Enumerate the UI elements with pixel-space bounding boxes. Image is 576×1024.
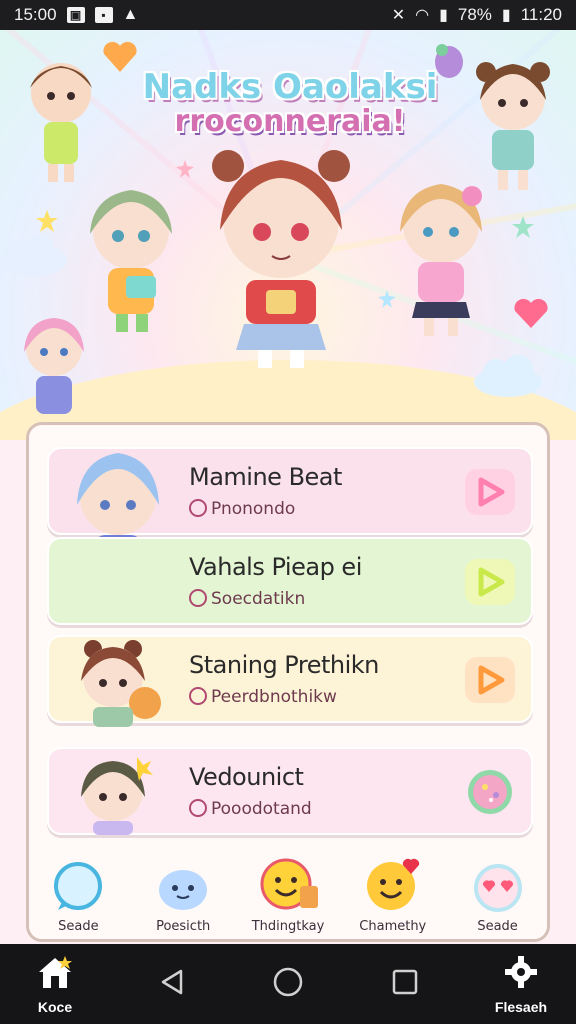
recents-icon — [392, 969, 417, 994]
cloud-icon — [3, 234, 67, 276]
status-time: 15:00 — [14, 5, 57, 24]
heart-icon — [514, 298, 548, 328]
battery-percent: 78% — [457, 5, 492, 24]
settings-button[interactable]: Flesaeh — [486, 954, 556, 1015]
balloon-icon — [435, 44, 463, 78]
hero-banner: Nadks Oaolaksi rroconneraia! — [0, 30, 576, 440]
cloud-icon — [474, 355, 542, 397]
slime-icon — [159, 870, 208, 910]
heart-eyes-icon — [473, 864, 522, 912]
chibi-character-main — [212, 150, 350, 368]
chibi-character-green — [30, 63, 92, 182]
game-card[interactable]: Mamine Beat Pnonondo — [47, 447, 533, 589]
game-title: Staning Prethikn — [189, 651, 379, 679]
home-button[interactable]: Koce — [20, 954, 90, 1015]
game-card[interactable]: Vedounict Pooodotand — [47, 747, 533, 835]
chibi-character-pink — [24, 318, 84, 414]
play-button[interactable] — [465, 559, 515, 605]
whatsapp-icon — [189, 687, 207, 705]
whatsapp-icon — [189, 589, 207, 607]
back-button[interactable] — [137, 967, 207, 1002]
chat-bubble-icon — [54, 862, 103, 910]
star-icon — [512, 216, 534, 238]
nav-item-thdingtkay[interactable]: Thdingtkay — [238, 854, 338, 934]
game-card[interactable]: Vahals Pieap ei Soecdatikn — [47, 537, 533, 625]
alert-icon: ▲ — [122, 6, 139, 23]
notification-icon: ▪ — [94, 7, 113, 23]
nav-item-seade[interactable]: Seade — [28, 862, 128, 934]
bottom-nav: Seade Poesicth Thdingtkay Chamethy Seade — [26, 858, 550, 942]
home-circle-button[interactable] — [253, 966, 323, 1003]
play-icon — [478, 665, 505, 695]
game-card[interactable]: Staning Prethikn Peerdbnothikw — [47, 635, 533, 727]
whatsapp-icon — [189, 799, 207, 817]
battery-icon: ▮ — [501, 7, 511, 24]
nav-item-poesicth[interactable]: Poesicth — [133, 862, 233, 934]
status-clock-right: 11:20 — [520, 5, 562, 24]
game-subtitle: Pnonondo — [189, 499, 295, 519]
back-icon — [161, 969, 182, 994]
game-subtitle: Pooodotand — [189, 799, 312, 819]
play-icon — [478, 477, 505, 507]
game-title: Vedounict — [189, 763, 304, 791]
heart-face-icon — [366, 858, 419, 910]
app-title: Nadks Oaolaksi rroconneraia! — [142, 67, 438, 139]
wifi-icon: ◠ — [415, 7, 430, 24]
play-icon — [478, 567, 505, 597]
home-circle-icon — [273, 967, 303, 996]
system-nav-bar: Koce Flesaeh — [0, 944, 576, 1024]
mute-icon: ✕ — [391, 7, 406, 24]
play-button[interactable] — [465, 469, 515, 515]
play-button[interactable] — [465, 657, 515, 703]
game-subtitle: Peerdbnothikw — [189, 687, 337, 707]
donut-icon — [468, 770, 512, 814]
chibi-avatar-bear — [81, 640, 161, 727]
whatsapp-icon — [189, 499, 207, 517]
nav-item-chamethy[interactable]: Chamethy — [343, 854, 443, 934]
star-icon — [36, 210, 58, 232]
home-icon — [39, 955, 72, 988]
image-icon: ▣ — [66, 7, 85, 23]
card-background — [49, 539, 531, 623]
chibi-character-brown — [476, 62, 550, 190]
nav-item-seade-2[interactable]: Seade — [448, 862, 548, 934]
smiley-icon — [260, 858, 318, 910]
game-subtitle: Soecdatikn — [189, 589, 305, 609]
heart-icon — [103, 41, 137, 72]
game-title: Mamine Beat — [189, 463, 342, 491]
signal-icon: ▮ — [439, 7, 448, 24]
gear-icon — [505, 955, 537, 988]
recents-button[interactable] — [370, 967, 440, 1002]
donut-button[interactable] — [465, 769, 515, 815]
chibi-avatar-olive — [81, 757, 153, 835]
game-title: Vahals Pieap ei — [189, 553, 362, 581]
status-bar: 15:00 ▣ ▪ ▲ ✕ ◠ ▮ 78% ▮ 11:20 — [0, 0, 576, 30]
